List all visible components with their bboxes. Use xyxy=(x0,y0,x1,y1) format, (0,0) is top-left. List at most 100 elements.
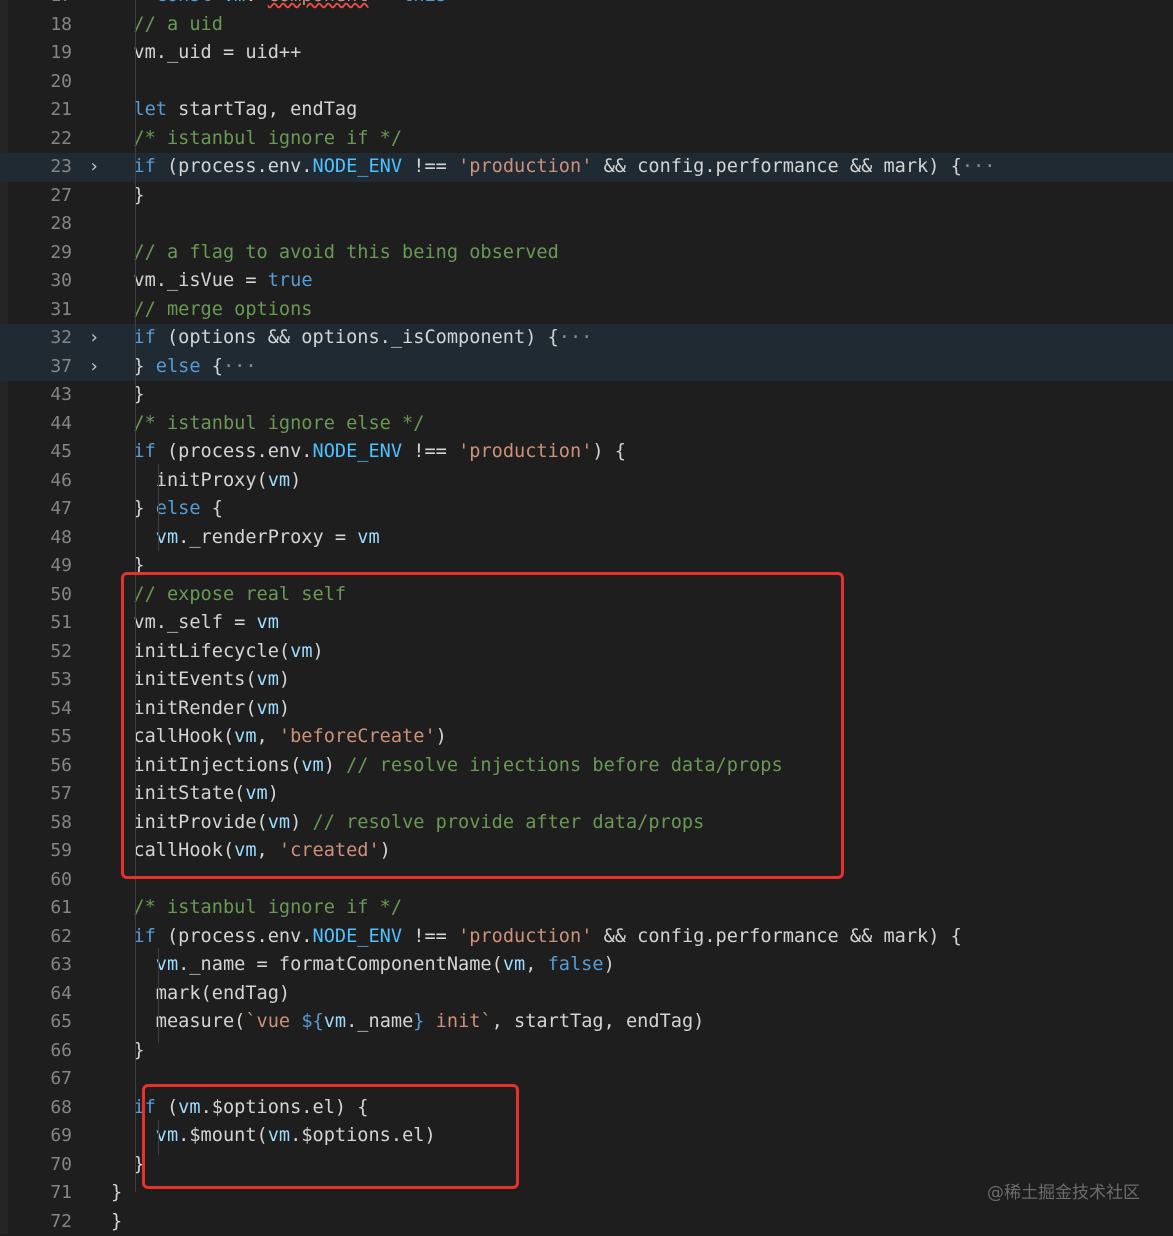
code-line[interactable]: 17 const vm: Component = this xyxy=(0,0,1173,11)
code-text[interactable]: // merge options xyxy=(111,296,1173,325)
indent-guide xyxy=(158,464,159,551)
code-text[interactable]: } else {··· xyxy=(111,353,1173,382)
code-line[interactable]: 72} xyxy=(0,1208,1173,1236)
code-line[interactable]: 27 } xyxy=(0,182,1173,211)
highlight-box-mount xyxy=(142,1084,519,1189)
code-text[interactable]: } xyxy=(111,381,1173,410)
code-text[interactable]: mark(endTag) xyxy=(111,980,1173,1009)
code-line[interactable]: 62 if (process.env.NODE_ENV !== 'product… xyxy=(0,923,1173,952)
code-line[interactable]: 22 /* istanbul ignore if */ xyxy=(0,125,1173,154)
code-line[interactable]: 31 // merge options xyxy=(0,296,1173,325)
line-number: 65 xyxy=(24,1008,72,1037)
line-number: 21 xyxy=(24,96,72,125)
code-text[interactable]: if (process.env.NODE_ENV !== 'production… xyxy=(111,153,1173,182)
code-token: Component xyxy=(268,0,369,6)
code-line[interactable]: 47 } else { xyxy=(0,495,1173,524)
code-text[interactable]: if (process.env.NODE_ENV !== 'production… xyxy=(111,438,1173,467)
line-number: 23 xyxy=(24,153,72,182)
fold-chevron-icon[interactable]: › xyxy=(86,324,102,353)
code-text[interactable]: // a flag to avoid this being observed xyxy=(111,239,1173,268)
code-text[interactable]: measure(`vue ${vm._name} init`, startTag… xyxy=(111,1008,1173,1037)
code-token: vm xyxy=(223,0,245,6)
code-token: } xyxy=(111,1182,122,1203)
code-line[interactable]: 28 xyxy=(0,210,1173,239)
code-token: // a uid xyxy=(111,14,223,35)
code-line[interactable]: 18 // a uid xyxy=(0,11,1173,40)
line-number: 59 xyxy=(24,837,72,866)
code-line[interactable]: 32 › if (options && options._isComponent)… xyxy=(0,324,1173,353)
code-text[interactable]: let startTag, endTag xyxy=(111,96,1173,125)
code-token: !== xyxy=(402,926,458,947)
code-line[interactable]: 20 xyxy=(0,68,1173,97)
code-text[interactable]: /* istanbul ignore else */ xyxy=(111,410,1173,439)
line-number: 67 xyxy=(24,1065,72,1094)
code-text[interactable]: if (process.env.NODE_ENV !== 'production… xyxy=(111,923,1173,952)
code-token: } xyxy=(111,1040,145,1061)
code-text[interactable]: vm._name = formatComponentName(vm, false… xyxy=(111,951,1173,980)
code-text[interactable]: // a uid xyxy=(111,11,1173,40)
code-line[interactable]: 48 vm._renderProxy = vm xyxy=(0,524,1173,553)
code-token: : xyxy=(245,0,267,6)
code-line[interactable]: 44 /* istanbul ignore else */ xyxy=(0,410,1173,439)
code-token: (process.env. xyxy=(156,926,313,947)
line-number: 53 xyxy=(24,666,72,695)
code-token: && config.performance && mark) { xyxy=(592,156,961,177)
code-token: (process.env. xyxy=(156,441,313,462)
code-text[interactable]: /* istanbul ignore if */ xyxy=(111,125,1173,154)
code-token xyxy=(111,0,156,6)
fold-chevron-icon[interactable]: › xyxy=(86,353,102,382)
line-number: 19 xyxy=(24,39,72,68)
code-token: } xyxy=(111,498,156,519)
code-token xyxy=(111,441,133,462)
code-text[interactable]: } xyxy=(111,182,1173,211)
code-token: !== xyxy=(402,156,458,177)
code-token xyxy=(111,99,133,120)
code-line[interactable]: 63 vm._name = formatComponentName(vm, fa… xyxy=(0,951,1173,980)
code-token: { xyxy=(201,356,223,377)
code-line[interactable]: 46 initProxy(vm) xyxy=(0,467,1173,496)
code-token: if xyxy=(133,926,155,947)
code-line[interactable]: 21 let startTag, endTag xyxy=(0,96,1173,125)
code-line[interactable]: 45 if (process.env.NODE_ENV !== 'product… xyxy=(0,438,1173,467)
line-number: 32 xyxy=(24,324,72,353)
code-text[interactable]: initProxy(vm) xyxy=(111,467,1173,496)
code-editor[interactable]: 17 const vm: Component = this18 // a uid… xyxy=(0,0,1173,1234)
code-text[interactable]: /* istanbul ignore if */ xyxy=(111,894,1173,923)
folded-ellipsis[interactable]: ··· xyxy=(559,327,593,348)
code-line[interactable]: 43 } xyxy=(0,381,1173,410)
code-text[interactable]: vm._renderProxy = vm xyxy=(111,524,1173,553)
code-token: , startTag, endTag) xyxy=(492,1011,705,1032)
line-number: 72 xyxy=(24,1208,72,1236)
code-text[interactable]: if (options && options._isComponent) {··… xyxy=(111,324,1173,353)
code-token xyxy=(111,926,133,947)
folded-ellipsis[interactable]: ··· xyxy=(223,356,257,377)
code-line[interactable]: 65 measure(`vue ${vm._name} init`, start… xyxy=(0,1008,1173,1037)
code-line[interactable]: 61 /* istanbul ignore if */ xyxy=(0,894,1173,923)
code-token: `vue xyxy=(245,1011,301,1032)
folded-ellipsis[interactable]: ··· xyxy=(962,156,996,177)
fold-chevron-icon[interactable]: › xyxy=(86,153,102,182)
code-text[interactable]: } xyxy=(111,1208,1173,1236)
line-number: 48 xyxy=(24,524,72,553)
code-text[interactable]: vm._uid = uid++ xyxy=(111,39,1173,68)
line-number: 47 xyxy=(24,495,72,524)
line-number: 69 xyxy=(24,1122,72,1151)
code-line[interactable]: 64 mark(endTag) xyxy=(0,980,1173,1009)
code-token xyxy=(111,470,156,491)
code-token: else xyxy=(156,498,201,519)
code-line[interactable]: 30 vm._isVue = true xyxy=(0,267,1173,296)
code-line[interactable]: 29 // a flag to avoid this being observe… xyxy=(0,239,1173,268)
code-token: else xyxy=(156,356,201,377)
code-text[interactable]: } else { xyxy=(111,495,1173,524)
code-text[interactable]: } xyxy=(111,1037,1173,1066)
code-token: } xyxy=(111,384,145,405)
code-text[interactable]: const vm: Component = this xyxy=(111,0,1173,11)
line-number: 55 xyxy=(24,723,72,752)
code-token: false xyxy=(548,954,604,975)
indent-guide xyxy=(158,948,159,1043)
code-line[interactable]: 37› } else {··· xyxy=(0,353,1173,382)
code-line[interactable]: 19 vm._uid = uid++ xyxy=(0,39,1173,68)
code-line[interactable]: 66 } xyxy=(0,1037,1173,1066)
code-line[interactable]: 23 › if (process.env.NODE_ENV !== 'produc… xyxy=(0,153,1173,182)
code-text[interactable]: vm._isVue = true xyxy=(111,267,1173,296)
